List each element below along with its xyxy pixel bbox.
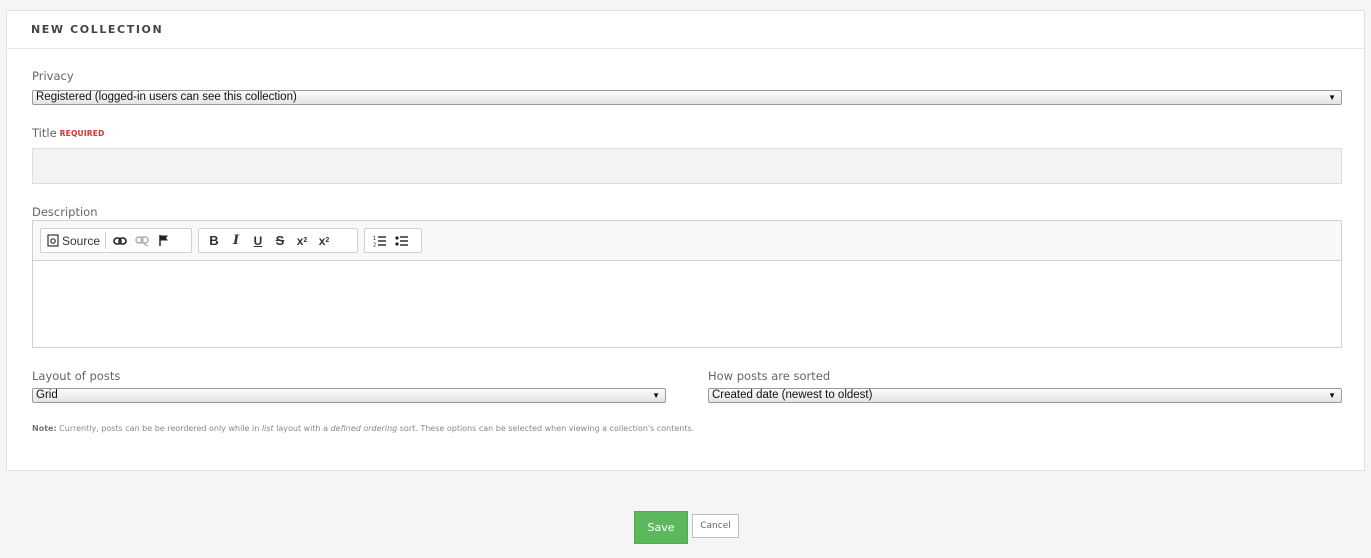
note-text-2: layout with a <box>273 424 331 433</box>
link-icon <box>113 236 127 245</box>
anchor-icon <box>159 235 169 246</box>
layout-note: Note: Currently, posts can be be reorder… <box>32 424 694 433</box>
sort-label: How posts are sorted <box>708 369 831 383</box>
description-label: Description <box>32 205 98 219</box>
editor-toolbar: Source B I U S x2 x2 1 2 <box>33 221 1341 261</box>
toolbar-separator <box>105 232 107 249</box>
save-button[interactable]: Save <box>634 511 688 544</box>
title-label-text: Title <box>32 126 57 140</box>
numbered-list-icon: 12 <box>373 236 386 247</box>
underline-icon[interactable]: U <box>247 230 269 251</box>
source-button[interactable]: Source <box>45 230 102 251</box>
numbered-list-button[interactable]: 12 <box>369 230 391 251</box>
sort-select[interactable]: Created date (newest to oldest) ▼ <box>708 388 1342 403</box>
link-button[interactable] <box>109 230 131 251</box>
toolbar-group-links: Source <box>40 228 192 253</box>
panel-title: NEW COLLECTION <box>7 11 1364 49</box>
source-label: Source <box>62 233 101 248</box>
cancel-button[interactable]: Cancel <box>692 514 739 538</box>
dropdown-arrow-icon: ▼ <box>1328 391 1336 400</box>
svg-text:1: 1 <box>373 236 376 242</box>
italic-icon[interactable]: I <box>225 230 247 251</box>
layout-label: Layout of posts <box>32 369 121 383</box>
bulleted-list-icon <box>395 235 408 246</box>
superscript-icon[interactable]: x2 <box>313 230 335 251</box>
layout-select-value: Grid <box>36 389 58 401</box>
description-editor: Source B I U S x2 x2 1 2 <box>32 220 1342 348</box>
svg-text:2: 2 <box>373 242 376 247</box>
note-text-1: Currently, posts can be be reordered onl… <box>56 424 262 433</box>
required-badge: REQUIRED <box>59 129 105 138</box>
subscript-icon[interactable]: x2 <box>291 230 313 251</box>
anchor-button[interactable] <box>153 230 175 251</box>
privacy-select-value: Registered (logged-in users can see this… <box>36 91 297 103</box>
bold-icon[interactable]: B <box>203 230 225 251</box>
dropdown-arrow-icon: ▼ <box>1328 93 1336 102</box>
title-label: Title REQUIRED <box>32 126 105 140</box>
sort-select-value: Created date (newest to oldest) <box>712 389 873 401</box>
bulleted-list-button[interactable] <box>391 230 413 251</box>
note-prefix: Note: <box>32 424 57 433</box>
dropdown-arrow-icon: ▼ <box>652 391 660 400</box>
strikethrough-icon[interactable]: S <box>269 230 291 251</box>
toolbar-group-format: B I U S x2 x2 <box>198 228 358 253</box>
unlink-button[interactable] <box>131 230 153 251</box>
toolbar-group-lists: 12 <box>364 228 422 253</box>
note-em-list: list <box>261 424 274 433</box>
layout-select[interactable]: Grid ▼ <box>32 388 666 403</box>
note-text-3: sort. These options can be selected when… <box>397 424 695 433</box>
editor-content-area[interactable] <box>33 261 1341 347</box>
privacy-select[interactable]: Registered (logged-in users can see this… <box>32 90 1342 105</box>
new-collection-panel: NEW COLLECTION Privacy Registered (logge… <box>6 10 1365 471</box>
privacy-label: Privacy <box>32 69 74 83</box>
note-em-ordering: defined ordering <box>330 424 398 433</box>
title-input[interactable] <box>32 148 1342 184</box>
unlink-icon <box>135 235 149 247</box>
source-icon <box>47 234 59 247</box>
